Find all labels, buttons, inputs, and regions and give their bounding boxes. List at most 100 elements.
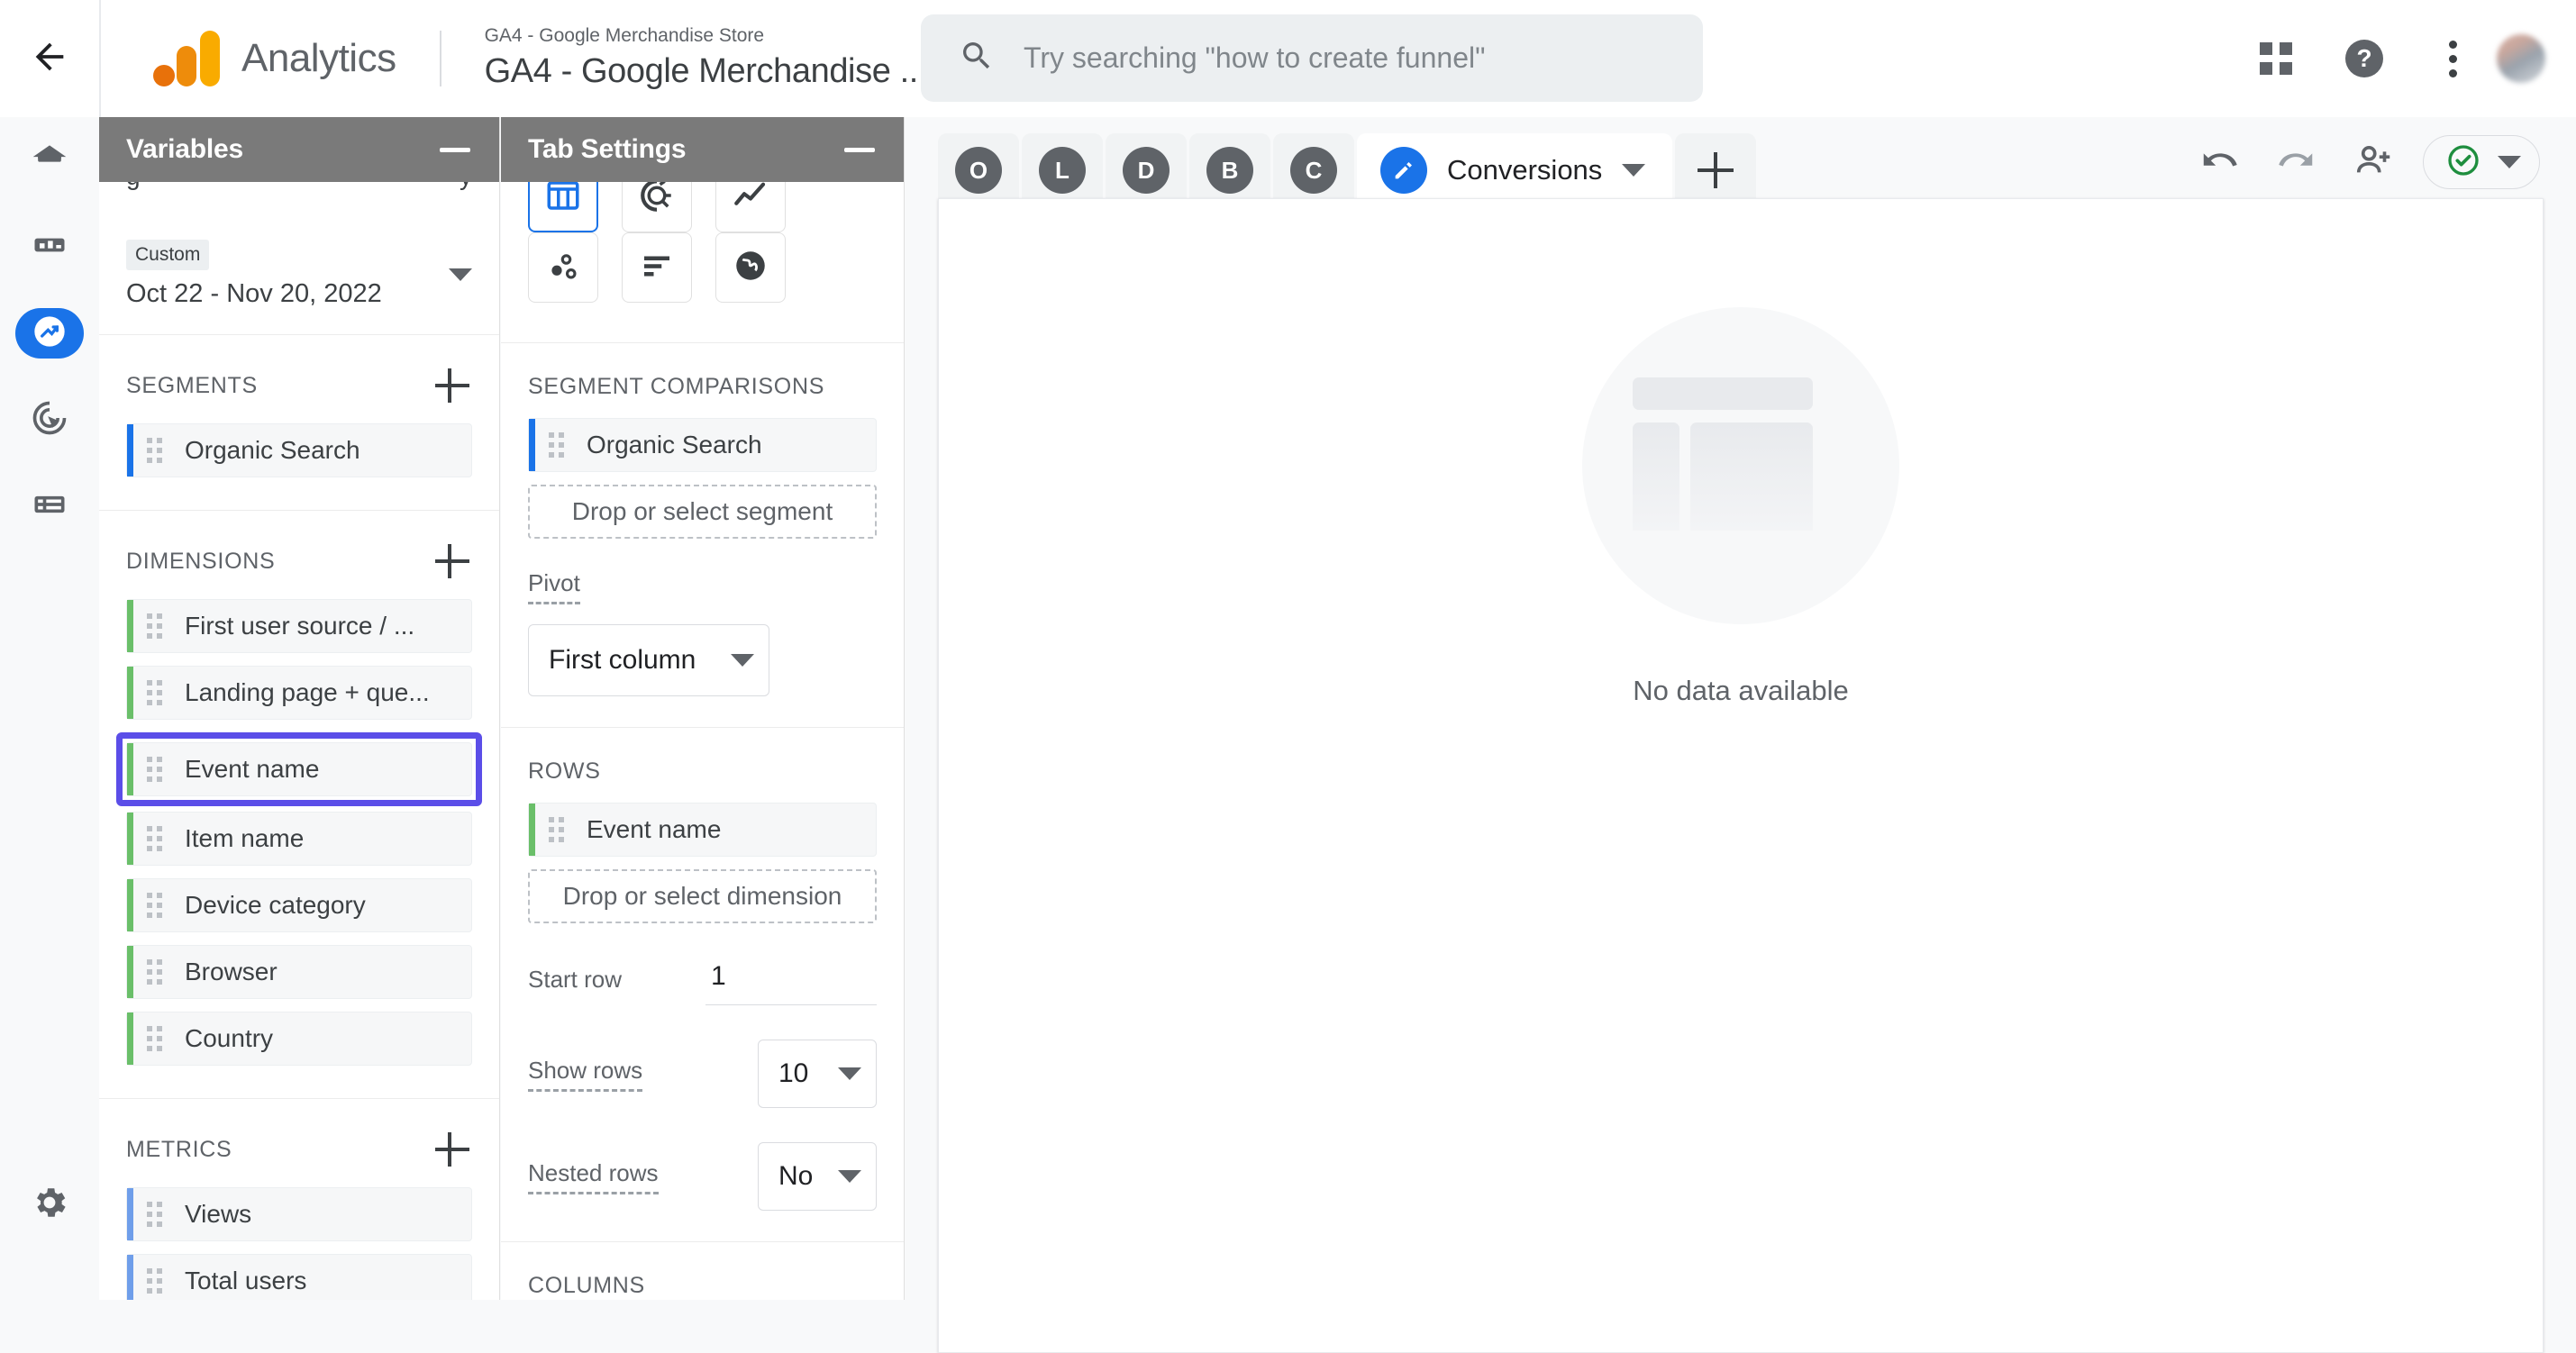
chart-type-geo-map[interactable] — [715, 232, 786, 303]
dimension-accent-bar — [127, 879, 133, 931]
chart-type-donut[interactable] — [622, 182, 692, 232]
pivot-select[interactable]: First column — [528, 624, 769, 696]
add-metric-button[interactable] — [432, 1130, 472, 1169]
drag-handle-icon[interactable] — [147, 438, 162, 463]
tab-d[interactable]: D — [1106, 133, 1187, 207]
minimize-icon[interactable] — [440, 147, 470, 152]
share-button[interactable] — [2345, 133, 2403, 191]
minimize-icon[interactable] — [844, 147, 875, 152]
start-row-input[interactable] — [705, 954, 877, 1005]
sidebar-item-reports[interactable] — [0, 204, 99, 290]
drag-handle-icon[interactable] — [147, 959, 162, 985]
segment-accent-bar — [127, 424, 133, 477]
segments-header: SEGMENTS — [126, 335, 472, 423]
status-badge[interactable] — [2423, 135, 2540, 189]
dimension-chip-country[interactable]: Country — [126, 1012, 472, 1066]
dimension-chip-wrap: Landing page + que... — [126, 666, 472, 720]
nested-rows-select[interactable]: No — [758, 1142, 877, 1211]
dimension-chip-landing-page[interactable]: Landing page + que... — [126, 666, 472, 720]
tab-avatar-l: L — [1039, 147, 1086, 194]
sidebar-item-admin[interactable] — [0, 1161, 99, 1248]
segment-comparisons-section: SEGMENT COMPARISONS Organic Search Drop … — [501, 343, 904, 728]
add-tab-button[interactable] — [1675, 133, 1757, 207]
tab-conversions[interactable]: Conversions — [1357, 133, 1673, 207]
drag-handle-icon[interactable] — [147, 1026, 162, 1051]
tab-o[interactable]: O — [938, 133, 1019, 207]
dimension-accent-bar — [127, 813, 133, 865]
drag-handle-icon[interactable] — [549, 432, 564, 458]
dimension-chip-first-user-source[interactable]: First user source / ... — [126, 599, 472, 653]
drag-handle-icon[interactable] — [147, 757, 162, 782]
chart-type-scatter[interactable] — [528, 232, 598, 303]
bar-chart-icon — [638, 247, 676, 289]
property-subtitle: GA4 - Google Merchandise Store — [484, 24, 765, 46]
back-button[interactable] — [0, 0, 99, 117]
nested-rows-value: No — [778, 1161, 814, 1191]
dimension-chip-label: Item name — [185, 824, 305, 852]
dimension-chip-label: First user source / ... — [185, 612, 415, 640]
drag-handle-icon[interactable] — [147, 893, 162, 918]
apps-grid-button[interactable] — [2232, 0, 2320, 117]
undo-button[interactable] — [2190, 133, 2248, 191]
sidebar-item-configure[interactable] — [0, 463, 99, 549]
dimension-chip-event-name[interactable]: Event name — [126, 742, 472, 796]
donut-chart-icon — [638, 182, 676, 219]
chart-type-line[interactable] — [715, 182, 786, 232]
google-analytics-logo-icon — [153, 31, 222, 86]
metric-chip-total-users[interactable]: Total users — [126, 1254, 472, 1300]
dimension-chip-device-category[interactable]: Device category — [126, 878, 472, 932]
chevron-down-icon[interactable] — [1622, 164, 1646, 177]
segment-chip-label: Organic Search — [185, 436, 360, 464]
exploration-name-row[interactable]: g y — [126, 182, 472, 191]
segment-accent-bar — [529, 419, 535, 471]
sidebar-item-advertising[interactable] — [0, 377, 99, 463]
drag-handle-icon[interactable] — [549, 817, 564, 842]
dimension-chip-wrap: Country — [126, 1012, 472, 1066]
help-button[interactable]: ? — [2320, 0, 2408, 117]
sidebar-item-explore[interactable] — [0, 290, 99, 377]
empty-state: No data available — [939, 307, 2543, 707]
drop-or-select-segment[interactable]: Drop or select segment — [528, 485, 877, 539]
search-bar[interactable] — [921, 14, 1703, 102]
add-dimension-button[interactable] — [432, 541, 472, 581]
drag-handle-icon[interactable] — [147, 826, 162, 851]
drop-or-select-dimension[interactable]: Drop or select dimension — [528, 869, 877, 923]
dimension-chip-browser[interactable]: Browser — [126, 945, 472, 999]
redo-button[interactable] — [2268, 133, 2326, 191]
segment-comparisons-header: SEGMENT COMPARISONS — [528, 343, 877, 418]
drag-handle-icon[interactable] — [147, 1268, 162, 1294]
top-bar: Analytics GA4 - Google Merchandise Store… — [0, 0, 2576, 117]
dimension-chip-wrap: Item name — [126, 812, 472, 866]
tab-c[interactable]: C — [1273, 133, 1354, 207]
gear-icon — [30, 1183, 69, 1227]
dimension-chip-label: Country — [185, 1024, 274, 1052]
drag-handle-icon[interactable] — [147, 1202, 162, 1227]
avatar[interactable] — [2497, 34, 2545, 83]
redo-icon — [2276, 140, 2317, 186]
chevron-down-icon[interactable] — [449, 268, 472, 281]
more-options-button[interactable] — [2408, 0, 2497, 117]
sidebar-item-home[interactable] — [0, 117, 99, 204]
drag-handle-icon[interactable] — [147, 680, 162, 705]
start-row-label: Start row — [528, 966, 623, 993]
metric-accent-bar — [127, 1255, 133, 1300]
rows-chip-event-name[interactable]: Event name — [528, 803, 877, 857]
chevron-down-icon — [2498, 156, 2521, 168]
tab-l[interactable]: L — [1022, 133, 1103, 207]
tab-b[interactable]: B — [1189, 133, 1270, 207]
search-input[interactable] — [1024, 41, 1654, 75]
metric-chip-views[interactable]: Views — [126, 1187, 472, 1241]
columns-title: COLUMNS — [528, 1273, 645, 1298]
chart-type-free-form-table[interactable] — [528, 182, 598, 232]
dimension-chip-item-name[interactable]: Item name — [126, 812, 472, 866]
drag-handle-icon[interactable] — [147, 613, 162, 639]
property-selector[interactable]: GA4 - Google Merchandise Store GA4 - Goo… — [484, 23, 928, 95]
date-range-selector[interactable]: Custom Oct 22 - Nov 20, 2022 — [99, 216, 499, 334]
show-rows-select[interactable]: 10 — [758, 1040, 877, 1108]
main-canvas: O L D B C Conversions No data available — [906, 117, 2576, 1353]
date-range-badge: Custom — [126, 240, 210, 270]
chart-type-bar[interactable] — [622, 232, 692, 303]
segment-chip-organic-search[interactable]: Organic Search — [126, 423, 472, 477]
add-segment-button[interactable] — [432, 366, 472, 405]
segment-comparison-chip-organic-search[interactable]: Organic Search — [528, 418, 877, 472]
